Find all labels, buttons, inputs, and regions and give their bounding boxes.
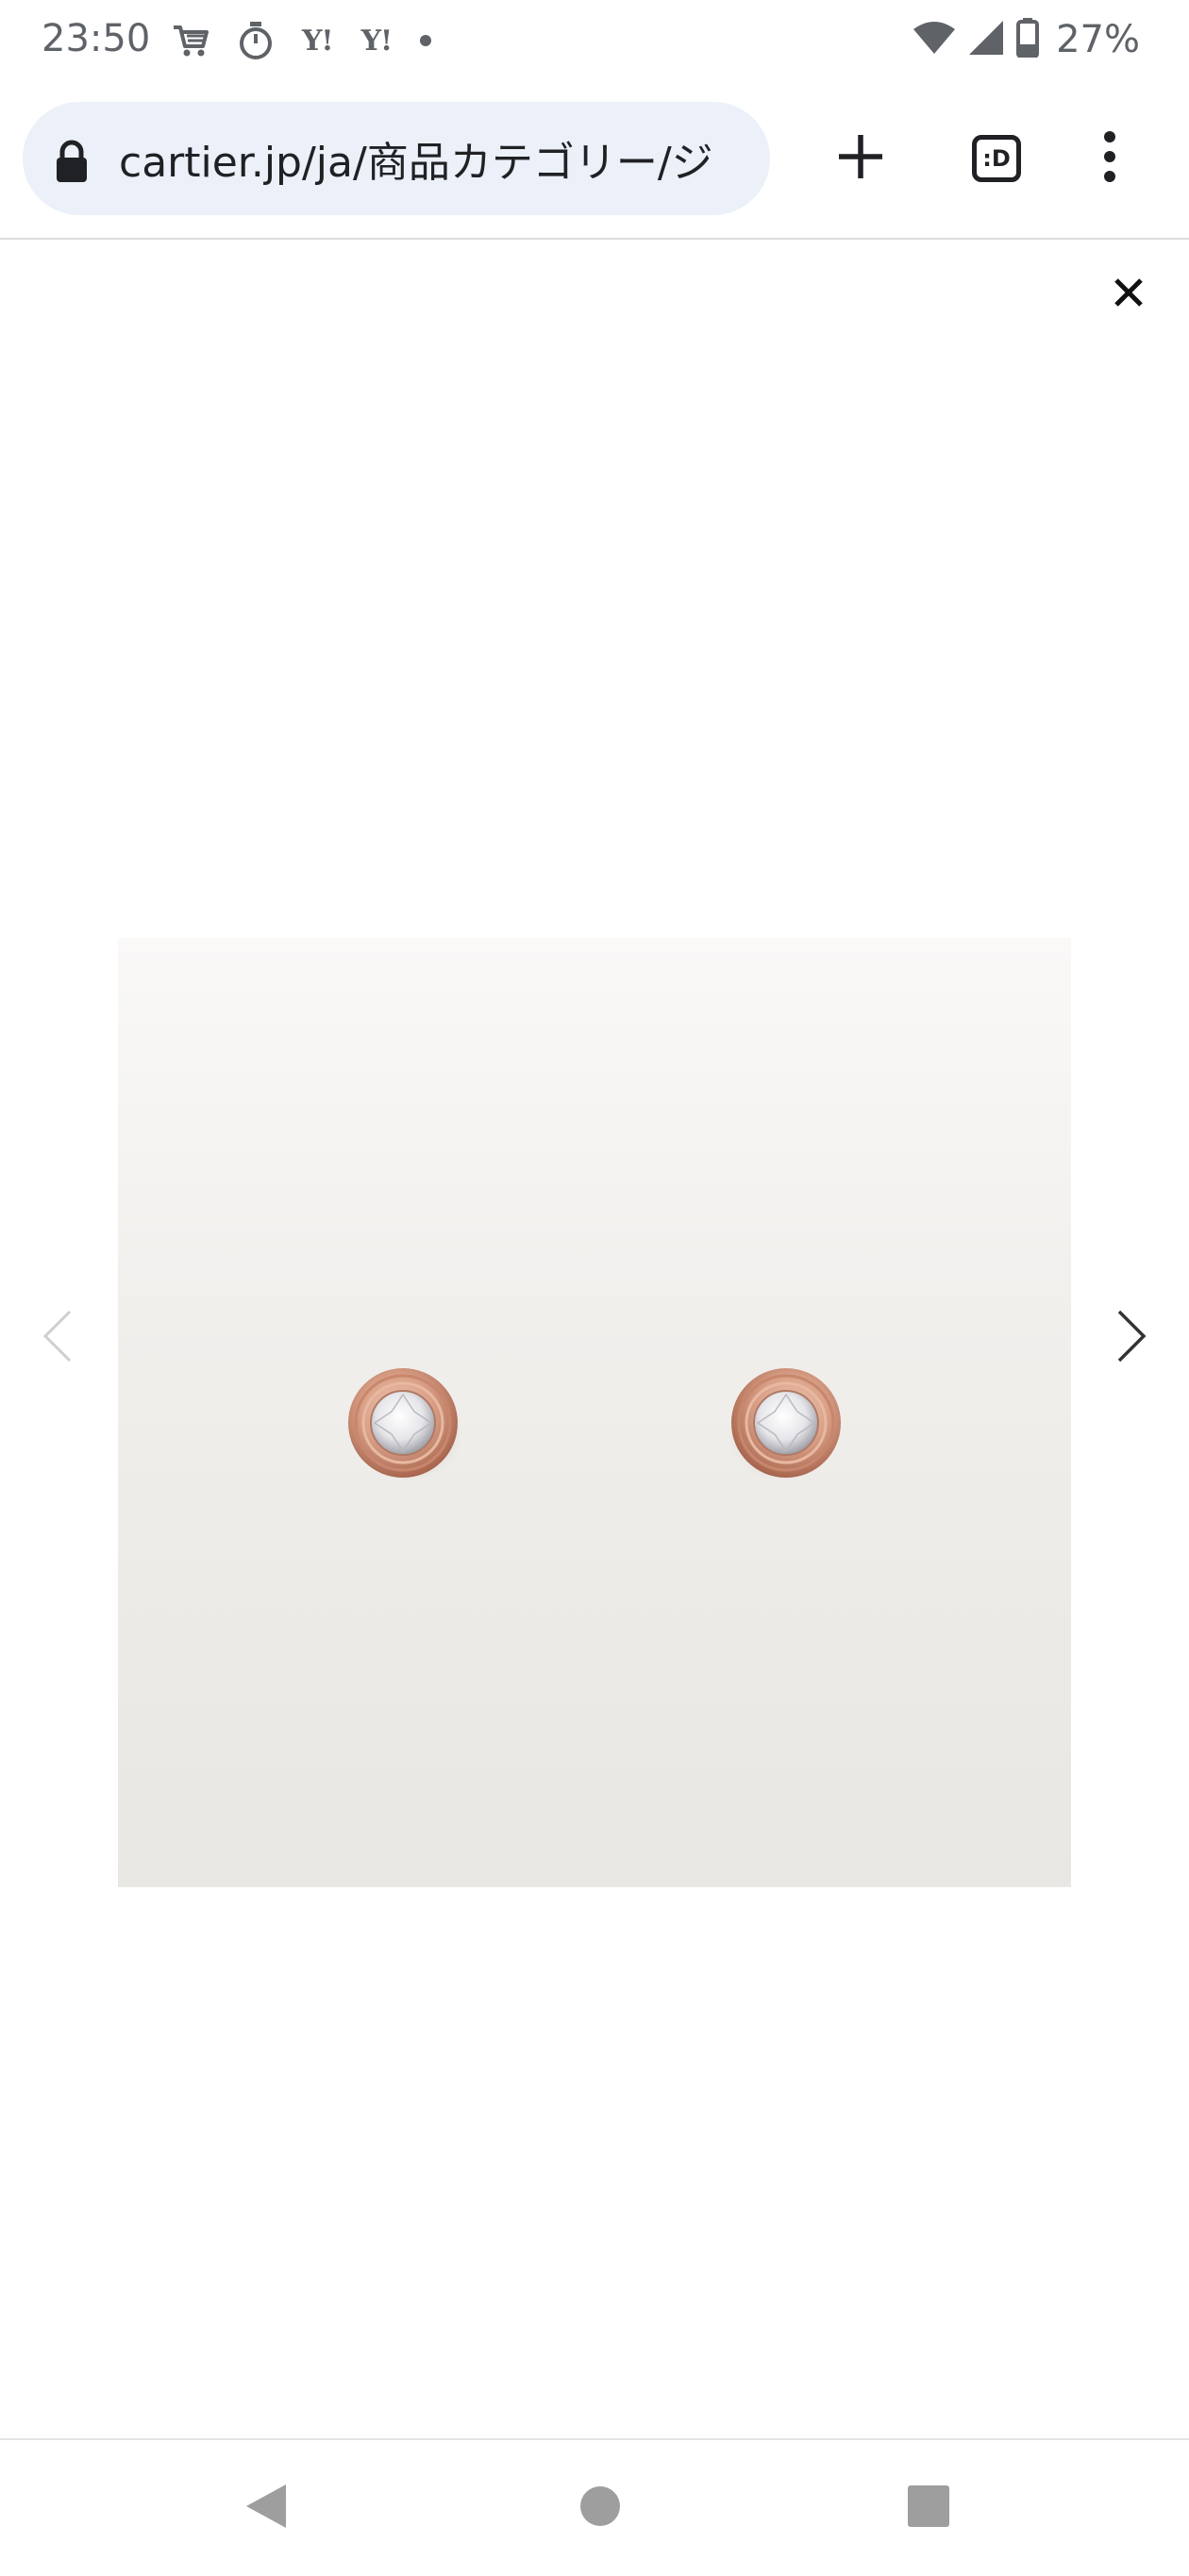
right-earring: [728, 1368, 841, 1481]
shopping-cart-icon: [172, 19, 209, 62]
screen: 23:50 Y! Y! 27% cartier.jp/ja/商品カテゴリー/ジ …: [0, 0, 1189, 2576]
left-earring: [348, 1368, 463, 1481]
chevron-left-icon: [40, 1308, 74, 1368]
home-button[interactable]: [561, 2468, 640, 2548]
browser-toolbar: cartier.jp/ja/商品カテゴリー/ジ :D: [0, 81, 1189, 240]
cell-signal-icon: [967, 19, 1005, 60]
close-icon: [1113, 276, 1145, 312]
lock-icon[interactable]: [51, 134, 92, 183]
recents-square-icon: [907, 2484, 950, 2532]
url-text[interactable]: cartier.jp/ja/商品カテゴリー/ジ: [119, 128, 770, 189]
system-status-icons: 27%: [913, 17, 1140, 62]
status-time: 23:50: [42, 17, 151, 60]
address-bar[interactable]: cartier.jp/ja/商品カテゴリー/ジ: [23, 102, 770, 215]
notification-icons: Y! Y!: [172, 19, 432, 62]
system-nav-bar: [0, 2440, 1189, 2576]
battery-percent: 27%: [1056, 18, 1140, 61]
wifi-icon: [913, 20, 956, 59]
tab-switcher-button[interactable]: :D: [955, 117, 1038, 200]
toolbar-divider: [0, 238, 1189, 240]
yahoo-icon: Y!: [360, 24, 394, 58]
product-image: [118, 938, 1071, 1887]
stopwatch-icon: [238, 19, 274, 62]
home-circle-icon: [579, 2485, 621, 2531]
back-button[interactable]: [226, 2468, 306, 2548]
chevron-right-icon: [1115, 1308, 1149, 1368]
previous-image-button[interactable]: [28, 1302, 85, 1374]
menu-button[interactable]: [1068, 117, 1151, 200]
dot-icon: [420, 19, 432, 62]
status-bar: 23:50 Y! Y! 27%: [0, 0, 1189, 81]
close-button[interactable]: [1102, 268, 1155, 321]
new-tab-button[interactable]: [819, 117, 902, 200]
yahoo-icon: Y!: [302, 24, 334, 58]
tab-switcher-icon: :D: [972, 135, 1021, 182]
back-triangle-icon: [244, 2483, 288, 2534]
recents-button[interactable]: [889, 2468, 968, 2548]
more-vert-icon: [1100, 130, 1119, 187]
next-image-button[interactable]: [1104, 1302, 1161, 1374]
plus-icon: [835, 131, 886, 186]
battery-icon: [1016, 18, 1040, 61]
